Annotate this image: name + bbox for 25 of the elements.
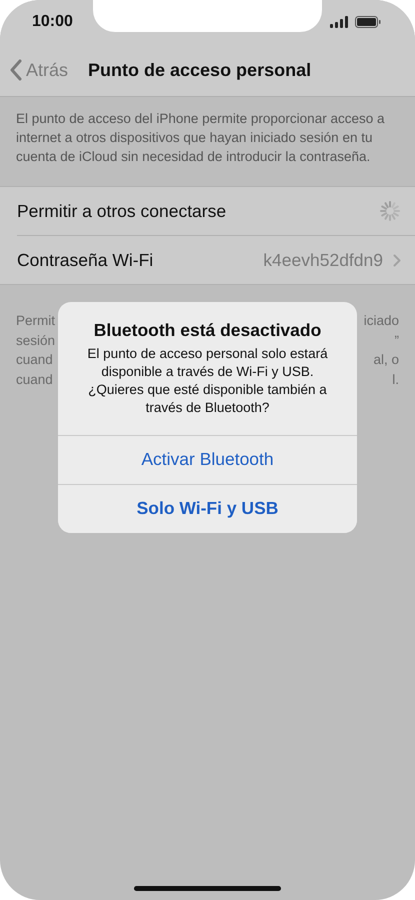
footer-text: Permit <box>16 312 56 330</box>
back-button[interactable]: Atrás <box>0 59 68 81</box>
footer-text: ” <box>394 332 399 350</box>
footer-text: l. <box>392 370 399 388</box>
row-label: Permitir a otros conectarse <box>17 200 228 222</box>
settings-row[interactable]: Permitir a otros conectarse <box>17 187 415 236</box>
footer-text: al, o <box>373 351 399 369</box>
chevron-left-icon <box>9 59 22 81</box>
nav-title: Punto de acceso personal <box>88 60 312 80</box>
spinner-icon <box>379 200 401 222</box>
footer-text: cuand <box>16 351 53 369</box>
settings-row[interactable]: Contraseña Wi-Fi k4eevh52dfdn9 <box>17 236 415 284</box>
footer-text: cuand <box>16 370 53 388</box>
alert-title: Bluetooth está desactivado <box>94 321 322 340</box>
alert-message: El punto de acceso personal solo estará disponible a través de Wi-Fi y USB. ¿Quieres que esté disponible también a través de Bluetooth? <box>86 344 329 416</box>
alert-button[interactable]: Solo Wi-Fi y USB <box>58 484 357 532</box>
description-text: El punto de acceso del iPhone permite proporcionar acceso a internet a otros dispositivos que hayan iniciado sesión en tu cuenta de iCloud sin necesidad de introducir la contraseña. <box>15 110 386 166</box>
signal-icon <box>330 16 349 28</box>
chevron-right-icon <box>393 254 401 266</box>
footer-text: sesión <box>16 332 56 350</box>
row-value: k4eevh52dfdn9 <box>263 250 383 270</box>
row-label: Contraseña Wi-Fi <box>17 250 154 270</box>
status-time: 10:00 <box>32 13 73 31</box>
footer-text: iciado <box>364 312 399 330</box>
battery-icon <box>355 16 381 28</box>
